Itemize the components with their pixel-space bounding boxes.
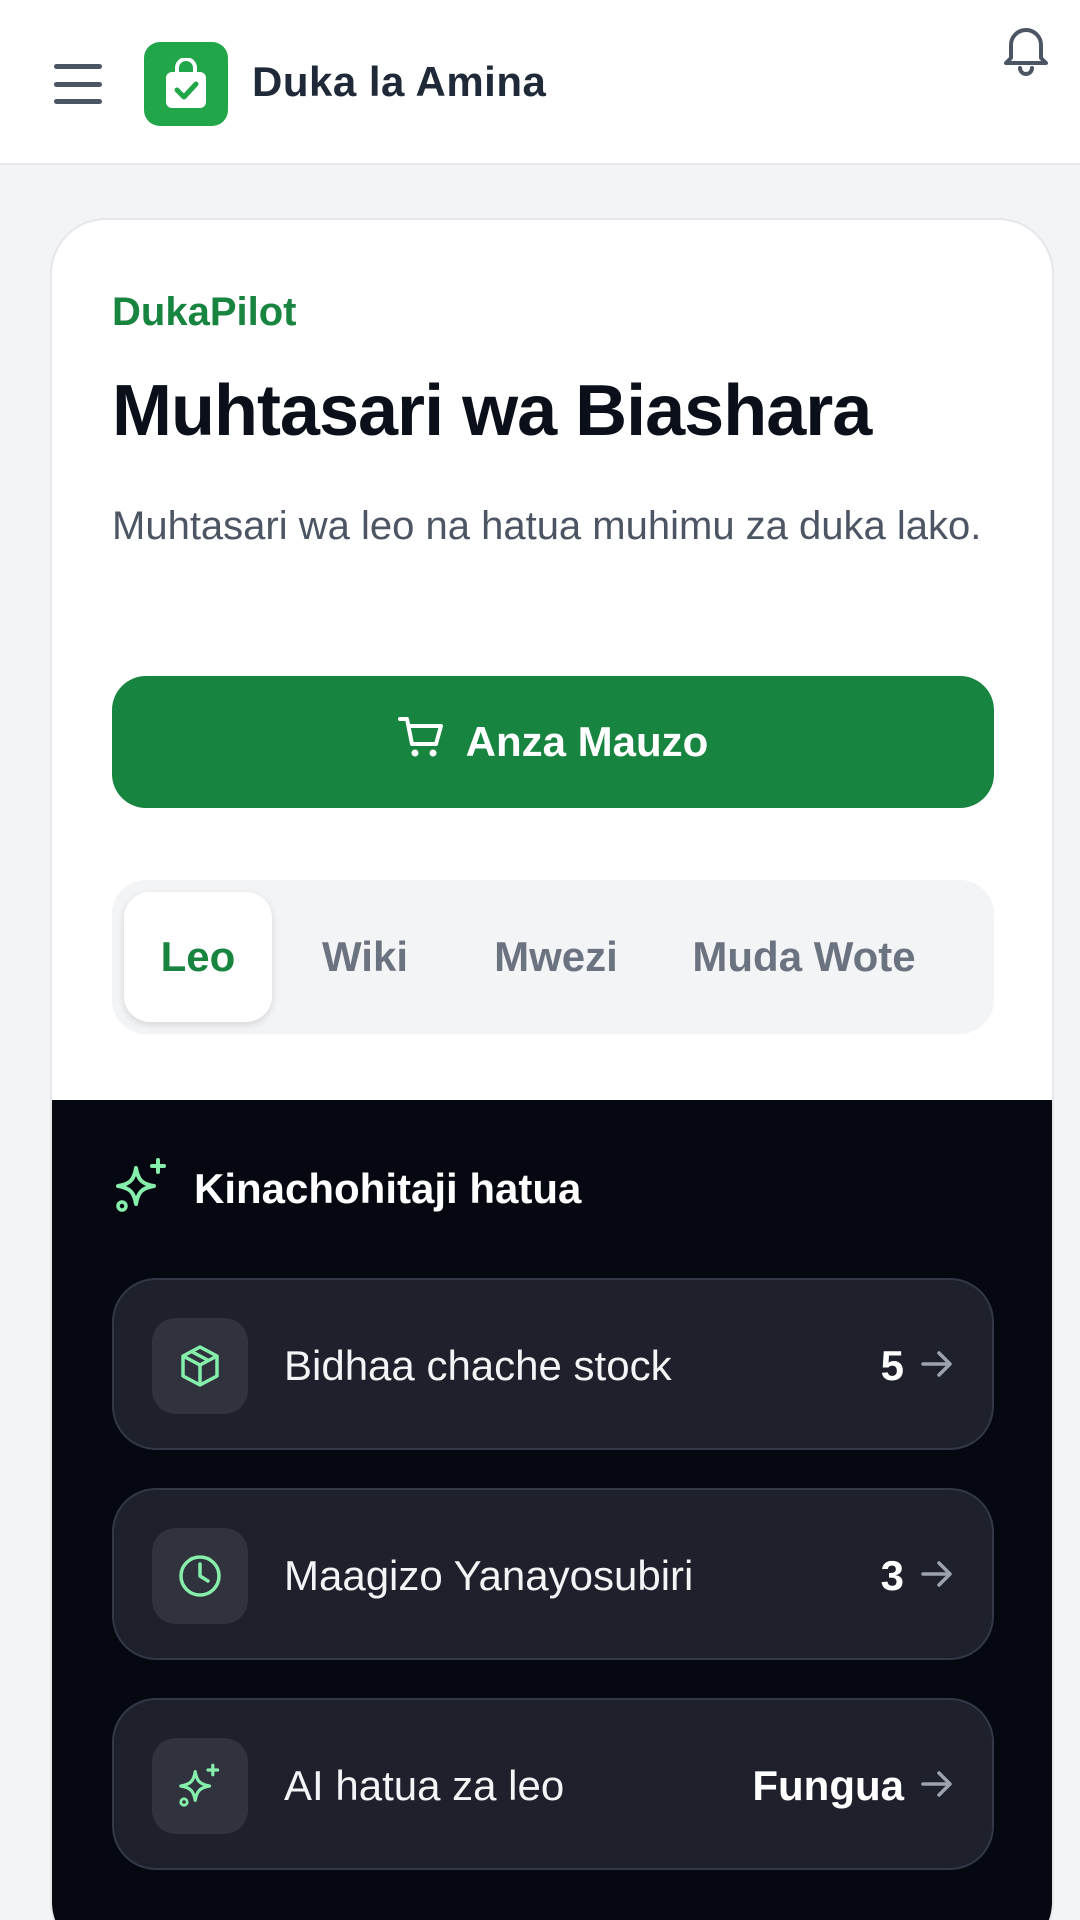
tab-leo[interactable]: Leo (124, 892, 272, 1022)
tab-mwezi[interactable]: Mwezi (458, 892, 654, 1022)
action-panel-header: Kinachohitaji hatua (112, 1156, 581, 1221)
cart-icon (397, 715, 444, 769)
arrow-right-icon (920, 1349, 954, 1384)
pending-orders-row[interactable]: Maagizo Yanayosubiri 3 (112, 1488, 994, 1660)
start-sale-label: Anza Mauzo (465, 718, 709, 765)
action-panel-title: Kinachohitaji hatua (194, 1164, 582, 1212)
arrow-right-icon (920, 1769, 954, 1804)
card-kicker: DukaPilot (112, 290, 297, 334)
bell-icon[interactable] (996, 18, 1056, 78)
shopping-bag-check-icon (144, 42, 228, 126)
summary-card: DukaPilot Muhtasari wa Biashara Muhtasar… (50, 218, 1054, 1920)
ai-actions-row[interactable]: AI hatua za leo Fungua (112, 1698, 994, 1870)
app-header: Duka la Amina (0, 0, 1080, 165)
hamburger-menu-icon[interactable] (50, 58, 106, 110)
page-title: Muhtasari wa Biashara (112, 371, 872, 451)
low-stock-label: Bidhaa chache stock (284, 1342, 672, 1389)
page-subtitle: Muhtasari wa leo na hatua muhimu za duka… (112, 504, 982, 548)
ai-actions-label: AI hatua za leo (284, 1762, 565, 1809)
low-stock-row[interactable]: Bidhaa chache stock 5 (112, 1278, 994, 1450)
store-name: Duka la Amina (252, 58, 547, 105)
package-icon (152, 1318, 248, 1414)
low-stock-count: 5 (880, 1342, 904, 1389)
tab-wiki[interactable]: Wiki (272, 892, 458, 1022)
action-panel: Kinachohitaji hatua Bidhaa chache stock … (52, 1100, 1052, 1920)
pending-orders-count: 3 (880, 1552, 904, 1599)
sparkles-icon (112, 1156, 172, 1221)
tab-muda-wote[interactable]: Muda Wote (654, 892, 954, 1022)
start-sale-button[interactable]: Anza Mauzo (112, 676, 994, 808)
ai-actions-open-link[interactable]: Fungua (752, 1762, 904, 1810)
clock-icon (152, 1528, 248, 1624)
sparkles-icon (152, 1738, 248, 1834)
pending-orders-label: Maagizo Yanayosubiri (284, 1552, 694, 1599)
arrow-right-icon (920, 1559, 954, 1594)
period-tabs: Leo Wiki Mwezi Muda Wote (112, 880, 994, 1034)
